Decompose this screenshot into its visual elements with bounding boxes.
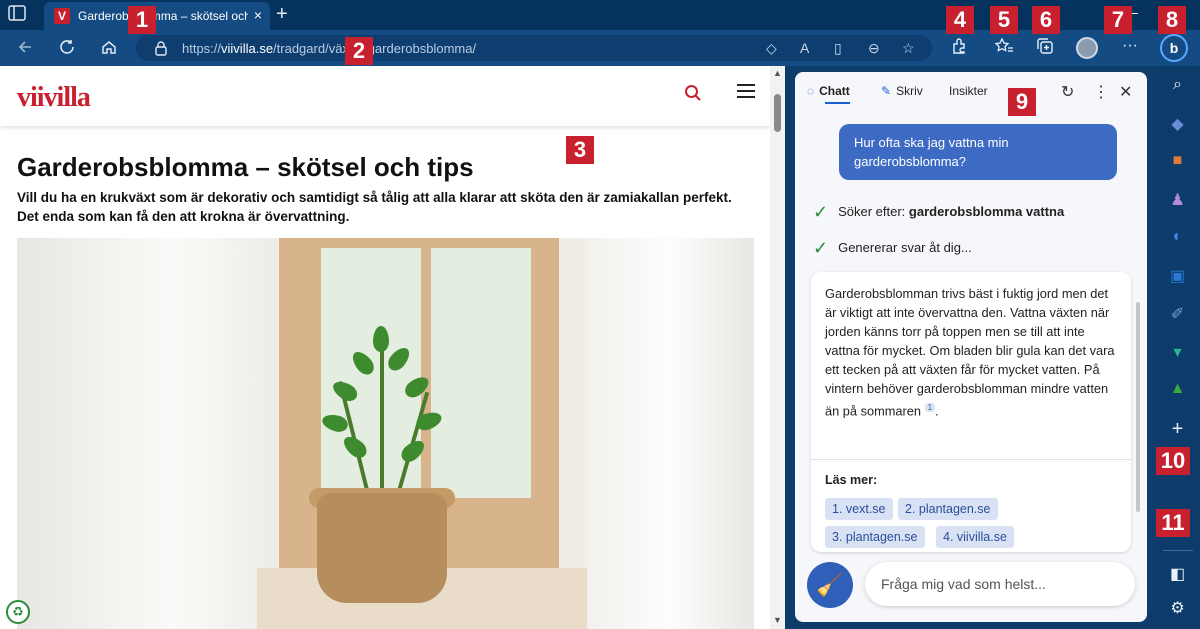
new-topic-broom-icon[interactable]: 🧹	[807, 562, 853, 608]
marker-10: 10	[1156, 447, 1190, 475]
viivilla-favicon-icon: V	[54, 8, 70, 24]
sidebar-tree-icon[interactable]: ▲	[1155, 380, 1200, 398]
profile-avatar[interactable]	[1076, 37, 1098, 59]
copilot-icon[interactable]: b	[1160, 34, 1188, 62]
user-message: Hur ofta ska jag vattna min garderobsblo…	[839, 124, 1117, 180]
answer-text: Garderobsblomman trivs bäst i fuktig jor…	[825, 286, 1115, 419]
refresh-icon[interactable]	[58, 38, 76, 61]
sidebar-hide-icon[interactable]: ◧	[1155, 564, 1200, 584]
close-pane-icon[interactable]: ✕	[1119, 82, 1132, 102]
edge-sidebar: ⌕ ◆ ■ ♟ ◐ ▣ ✐ ▾ ▲ + ◧ ⚙	[1155, 66, 1200, 629]
more-menu-icon[interactable]: ···	[1122, 37, 1138, 55]
tab-title: Garderobsblomma – skötsel och tips	[78, 9, 248, 23]
source-link[interactable]: 4. viivilla.se	[936, 526, 1014, 548]
marker-11: 11	[1156, 509, 1190, 537]
site-header: viivilla	[0, 66, 770, 126]
tab-skriv[interactable]: ✎ Skriv	[881, 84, 923, 98]
chat-icon: ◌	[807, 84, 815, 98]
marker-9: 9	[1008, 88, 1036, 116]
site-search-icon[interactable]	[684, 84, 702, 107]
marker-4: 4	[946, 6, 974, 34]
tab-actions-icon[interactable]	[8, 5, 32, 25]
pane-scrollbar[interactable]	[1136, 302, 1140, 512]
sidebar-shopping-icon[interactable]: ◆	[1155, 114, 1200, 134]
compose-icon: ✎	[881, 84, 892, 98]
status-generating: ✓ Genererar svar åt dig...	[813, 238, 972, 258]
tab-close-icon[interactable]: ×	[254, 7, 262, 23]
page-scrollbar[interactable]: ▲ ▼	[770, 66, 785, 629]
sidebar-search-icon[interactable]: ⌕	[1155, 76, 1200, 94]
marker-8: 8	[1158, 6, 1186, 34]
read-aloud-icon[interactable]: A	[800, 40, 809, 56]
check-icon: ✓	[813, 202, 829, 222]
new-tab-button[interactable]: +	[276, 3, 288, 26]
sidebar-outlook-icon[interactable]: ▣	[1155, 266, 1200, 286]
sidebar-tools-icon[interactable]: ■	[1155, 152, 1200, 170]
sidebar-drop-icon[interactable]: ▾	[1155, 342, 1200, 362]
site-logo[interactable]: viivilla	[17, 82, 91, 114]
immersive-reader-icon[interactable]: ▯	[834, 40, 842, 57]
status-searching: ✓ Söker efter: garderobsblomma vattna	[813, 202, 1065, 222]
scroll-down-icon[interactable]: ▼	[773, 615, 782, 625]
recycle-icon[interactable]: ♻	[6, 600, 30, 624]
source-link[interactable]: 1. vext.se	[825, 498, 893, 520]
web-page: viivilla Garderobsblomma – skötsel och t…	[0, 66, 785, 629]
tab-chatt[interactable]: ◌ Chatt	[807, 84, 850, 104]
scroll-up-icon[interactable]: ▲	[773, 68, 782, 78]
answer-card: Garderobsblomman trivs bäst i fuktig jor…	[811, 272, 1131, 552]
home-icon[interactable]	[100, 38, 118, 61]
browser-tab[interactable]: V Garderobsblomma – skötsel och tips ×	[44, 2, 270, 30]
sidebar-m365-icon[interactable]: ◐	[1155, 228, 1200, 246]
address-bar-row: https://viivilla.se/tradgard/växter/gard…	[0, 30, 1200, 66]
pane-more-icon[interactable]: ⋮	[1093, 82, 1109, 102]
article-lead: Vill du ha en krukväxt som är dekorativ …	[17, 190, 732, 224]
scroll-thumb[interactable]	[774, 94, 781, 132]
sidebar-designer-icon[interactable]: ✐	[1155, 304, 1200, 324]
tab-strip: V Garderobsblomma – skötsel och tips × +…	[0, 0, 1200, 30]
sidebar-settings-icon[interactable]: ⚙	[1155, 598, 1200, 618]
sidebar-games-icon[interactable]: ♟	[1155, 190, 1200, 210]
copilot-pane: ◌ Chatt ✎ Skriv Insikter ↻ ⋮ ✕ Hur ofta sk…	[795, 72, 1147, 622]
marker-5: 5	[990, 6, 1018, 34]
copilot-tabs: ◌ Chatt ✎ Skriv Insikter ↻ ⋮ ✕	[795, 72, 1147, 112]
tag-icon[interactable]: ◇	[766, 40, 777, 57]
zoom-icon[interactable]: ⊖	[868, 40, 880, 57]
collections-icon[interactable]	[1036, 37, 1054, 60]
favorites-icon[interactable]	[994, 37, 1014, 60]
add-favorite-icon[interactable]: ☆	[902, 40, 915, 57]
check-icon: ✓	[813, 238, 829, 258]
learn-more-label: Läs mer:	[825, 473, 878, 487]
plant-photo	[17, 238, 754, 629]
tab-insikter[interactable]: Insikter	[949, 84, 988, 98]
citation-badge[interactable]: 1	[924, 403, 936, 412]
back-arrow-icon[interactable]	[16, 38, 34, 61]
marker-2: 2	[345, 37, 373, 65]
lock-icon[interactable]	[154, 40, 168, 59]
marker-3: 3	[566, 136, 594, 164]
source-link[interactable]: 2. plantagen.se	[898, 498, 998, 520]
extensions-icon[interactable]	[950, 37, 968, 60]
ask-input[interactable]	[865, 562, 1135, 606]
article-title: Garderobsblomma – skötsel och tips	[17, 152, 474, 182]
url-text: https://viivilla.se/tradgard/växter/gard…	[182, 41, 477, 56]
source-link[interactable]: 3. plantagen.se	[825, 526, 925, 548]
marker-6: 6	[1032, 6, 1060, 34]
refresh-chat-icon[interactable]: ↻	[1061, 82, 1074, 102]
marker-1: 1	[128, 6, 156, 34]
marker-7: 7	[1104, 6, 1132, 34]
address-field[interactable]: https://viivilla.se/tradgard/växter/gard…	[136, 35, 932, 61]
hamburger-menu-icon[interactable]	[736, 82, 756, 106]
sidebar-add-icon[interactable]: +	[1155, 418, 1200, 441]
